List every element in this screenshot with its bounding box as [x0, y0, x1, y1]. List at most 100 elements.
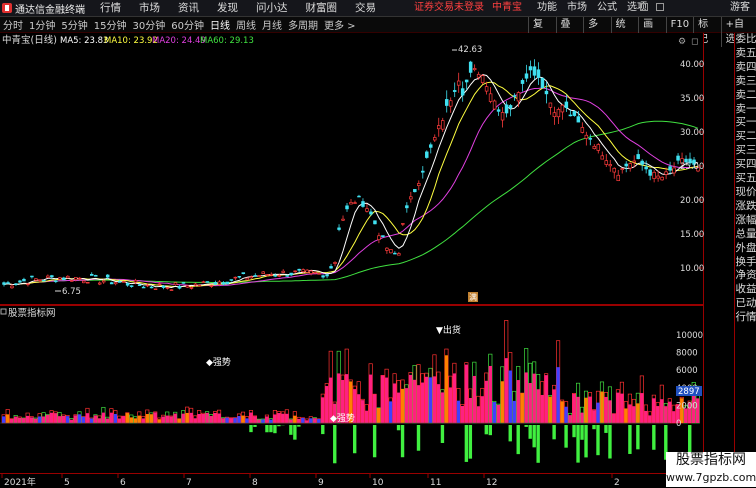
side-label-14[interactable]: 总量	[735, 228, 756, 242]
volume-fill-bar	[640, 393, 643, 423]
ma-legend-0: MA5: 23.83	[60, 36, 108, 46]
period-tab-8[interactable]: 月线	[259, 17, 285, 32]
period-tab-9[interactable]: 多周期	[285, 17, 321, 32]
candle-body	[665, 172, 668, 175]
candle-body	[629, 164, 632, 169]
volume-fill-bar	[397, 393, 400, 423]
side-label-6[interactable]: 买一	[735, 116, 756, 130]
side-label-1[interactable]: 卖五	[735, 47, 756, 61]
candle-body	[609, 164, 612, 165]
side-label-8[interactable]: 买三	[735, 144, 756, 158]
candle-body	[354, 203, 357, 204]
date-tick-0: 2021年	[4, 476, 36, 488]
side-label-19[interactable]: 已动	[735, 297, 756, 311]
negative-bar	[604, 425, 607, 433]
side-label-20[interactable]: 行情	[735, 311, 756, 325]
period-tab-0[interactable]: 分时	[0, 17, 26, 32]
volume-fill-bar	[281, 414, 284, 423]
settings-icon[interactable]: ⚙	[678, 37, 686, 47]
side-label-18[interactable]: 收益	[735, 283, 756, 297]
candle-body	[230, 280, 233, 281]
login-status-text[interactable]: 证券交易未登录	[414, 2, 484, 13]
right-tool-1[interactable]: 市场	[562, 0, 592, 16]
side-label-2[interactable]: 卖四	[735, 61, 756, 75]
negative-bar	[397, 425, 400, 430]
candle-body	[270, 274, 273, 275]
volume-fill-bar	[122, 416, 125, 423]
candle-body	[114, 283, 117, 284]
period-tab-6[interactable]: 日线	[207, 17, 233, 32]
side-label-11[interactable]: 现价	[735, 186, 756, 200]
period-tab-1[interactable]: 1分钟	[26, 17, 58, 32]
volume-fill-bar	[580, 413, 583, 423]
negative-bar	[652, 425, 655, 450]
restore-icon[interactable]: ◻	[691, 37, 698, 47]
menu-item-0[interactable]: 行情	[91, 0, 130, 16]
negative-bar	[564, 425, 567, 448]
candle-body	[74, 277, 77, 279]
side-label-13[interactable]: 涨幅	[735, 214, 756, 228]
side-label-0[interactable]: 委比	[735, 33, 756, 47]
candlestick-chart[interactable]: 中青宝(日线) MA5: 23.83MA10: 23.92MA20: 24.49…	[0, 33, 704, 305]
side-label-7[interactable]: 买二	[735, 130, 756, 144]
volume-fill-bar	[509, 371, 512, 423]
candle-body	[657, 176, 660, 178]
top-menu-bar: 通达信金融终端 行情市场资讯发现问小达财富圈交易 证券交易未登录中青宝 功能市场…	[0, 0, 756, 17]
guest-user[interactable]: 游客	[730, 0, 750, 16]
side-label-15[interactable]: 外盘	[735, 242, 756, 256]
candle-body	[322, 276, 325, 277]
volume-fill-bar	[505, 358, 508, 423]
side-label-16[interactable]: 换手	[735, 256, 756, 270]
side-label-17[interactable]: 净资	[735, 269, 756, 283]
volume-fill-bar	[42, 416, 45, 423]
candle-body	[545, 91, 548, 94]
candle-body	[569, 115, 572, 116]
period-tab-4[interactable]: 30分钟	[129, 17, 168, 32]
candle-body	[565, 102, 568, 108]
candle-body	[493, 101, 496, 109]
volume-fill-bar	[548, 397, 551, 423]
candle-body	[617, 175, 620, 180]
candle-body	[154, 289, 157, 290]
period-tab-2[interactable]: 5分钟	[58, 17, 90, 32]
candle-body	[298, 269, 301, 270]
volume-fill-bar	[46, 415, 49, 423]
menu-item-4[interactable]: 问小达	[247, 0, 297, 16]
period-tab-10[interactable]: 更多 >	[321, 17, 359, 32]
volume-fill-bar	[361, 400, 364, 423]
period-tab-7[interactable]: 周线	[233, 17, 259, 32]
candle-body	[258, 276, 261, 277]
volume-fill-bar	[656, 406, 659, 423]
candle-body	[3, 283, 6, 285]
volume-fill-bar	[636, 403, 639, 423]
menu-item-3[interactable]: 发现	[208, 0, 247, 16]
side-label-4[interactable]: 卖二	[735, 89, 756, 103]
watermark-url: www.7gpzb.com	[666, 469, 756, 486]
candle-body	[429, 145, 432, 148]
indicator-chart[interactable]: 股票指标网 1000080006000400020000 2897 ◆强势◆强势…	[0, 305, 704, 473]
side-label-3[interactable]: 卖三	[735, 75, 756, 89]
side-label-5[interactable]: 卖一	[735, 103, 756, 117]
candle-body	[477, 74, 480, 77]
right-tool-2[interactable]: 公式	[592, 0, 622, 16]
menu-item-5[interactable]: 财富圈	[297, 0, 347, 16]
candle-body	[653, 172, 656, 178]
volume-fill-bar	[269, 420, 272, 423]
menu-item-2[interactable]: 资讯	[169, 0, 208, 16]
menu-item-6[interactable]: 交易	[346, 0, 385, 16]
minimize-icon[interactable]	[640, 3, 648, 11]
right-tool-0[interactable]: 功能	[532, 0, 562, 16]
maximize-icon[interactable]	[656, 3, 664, 11]
side-label-9[interactable]: 买四	[735, 158, 756, 172]
period-tab-5[interactable]: 60分钟	[168, 17, 207, 32]
side-label-10[interactable]: 买五	[735, 172, 756, 186]
volume-fill-bar	[285, 414, 288, 423]
side-label-12[interactable]: 涨跌	[735, 200, 756, 214]
volume-fill-bar	[293, 416, 296, 423]
menu-item-1[interactable]: 市场	[130, 0, 169, 16]
login-notice[interactable]: 证券交易未登录中青宝	[414, 0, 522, 16]
candle-body	[533, 67, 536, 75]
period-tab-3[interactable]: 15分钟	[91, 17, 130, 32]
volume-fill-bar	[405, 388, 408, 423]
volume-fill-bar	[34, 419, 37, 423]
